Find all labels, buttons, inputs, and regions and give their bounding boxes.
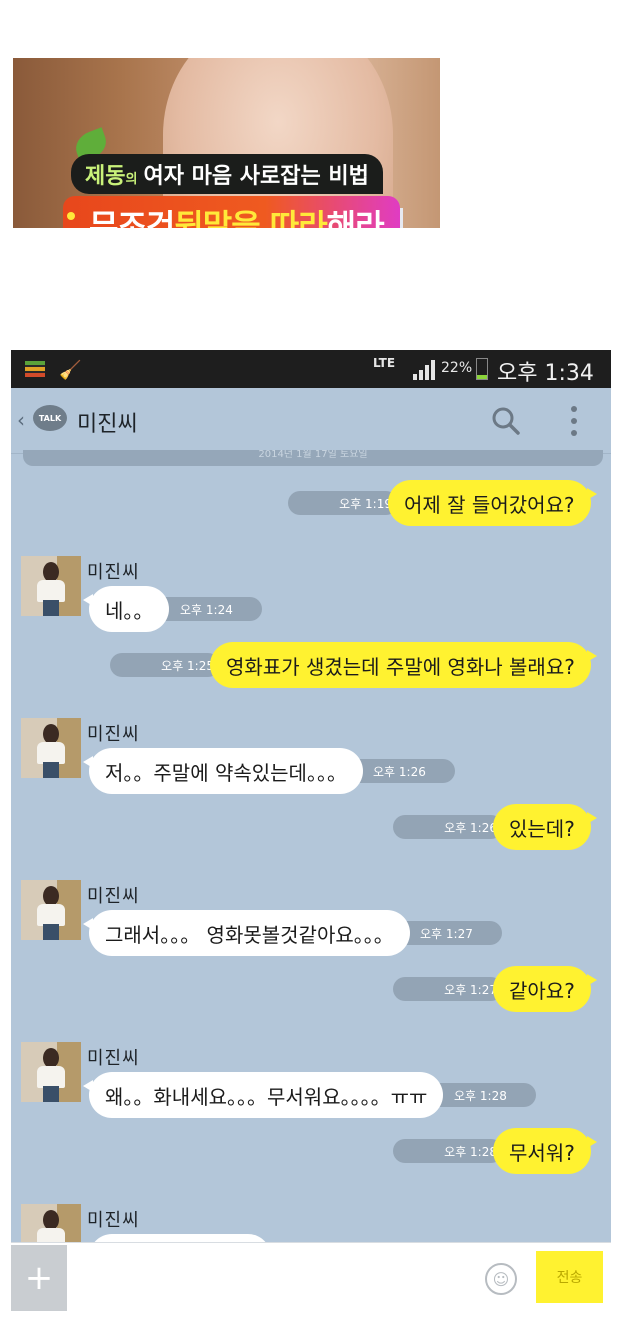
sent-message-bubble[interactable]: 있는데? xyxy=(493,804,597,850)
sender-name: 미진씨 xyxy=(87,1210,140,1231)
avatar[interactable] xyxy=(21,880,81,940)
message-time-text: 오후 1:19 xyxy=(339,496,392,511)
sender-name: 미진씨 xyxy=(87,724,140,745)
message-time: 오후 1:26 xyxy=(393,815,503,839)
message-time-text: 오후 1:25 xyxy=(161,658,214,673)
caption-name: 제동 xyxy=(85,164,126,189)
message-time: 오후 1:27 xyxy=(393,977,503,1001)
sent-message-bubble[interactable]: 영화표가 생겼는데 주말에 영화나 볼래요? xyxy=(210,642,597,688)
message-time-text: 오후 1:28 xyxy=(444,1144,497,1159)
send-button[interactable]: 전송 xyxy=(536,1251,603,1303)
sent-message-bubble[interactable]: 어제 잘 들어갔어요? xyxy=(388,480,597,526)
received-message-bubble[interactable]: 그래서。。。 영화못볼것같아요。。。 xyxy=(83,910,410,956)
message-list: 오후 1:19 어제 잘 들어갔어요? 미진씨 오후 1:24 네。。 오후 1:25 영화… xyxy=(11,350,611,1312)
sender-name: 미진씨 xyxy=(87,886,140,907)
emoji-icon[interactable]: ☺ xyxy=(485,1263,517,1295)
input-bar: + ☺ 전송 xyxy=(11,1242,611,1312)
message-time-text: 오후 1:27 xyxy=(444,982,497,997)
received-message-bubble[interactable]: 왜。。화내세요。。。무서워요。。。。ㅠㅠ xyxy=(82,1072,444,1118)
received-message-bubble[interactable]: 네。。 xyxy=(82,586,170,632)
message-time: 오후 1:25 xyxy=(110,653,220,677)
attach-plus-button[interactable]: + xyxy=(11,1245,67,1311)
caption-line-1-text: 여자 마음 사로잡는 비법 xyxy=(143,164,369,189)
avatar[interactable] xyxy=(21,556,81,616)
avatar[interactable] xyxy=(21,1042,81,1102)
message-time: 오후 1:28 xyxy=(393,1139,503,1163)
message-time-text: 오후 1:26 xyxy=(444,820,497,835)
caption-line-1: 제동의 여자 마음 사로잡는 비법 xyxy=(71,154,383,194)
avatar[interactable] xyxy=(21,718,81,778)
message-time: 오후 1:19 xyxy=(288,491,398,515)
sent-message-bubble[interactable]: 무서워? xyxy=(493,1128,597,1174)
sender-name: 미진씨 xyxy=(87,1048,140,1069)
received-message-bubble[interactable]: 저。。주말에 약속있는데。。。 xyxy=(83,748,363,794)
sender-name: 미진씨 xyxy=(87,562,140,583)
sent-message-bubble[interactable]: 같아요? xyxy=(493,966,597,1012)
tv-caption-image: 제동의 여자 마음 사로잡는 비법 무조건 뒷말을 따라 해라 xyxy=(13,58,440,228)
caption-line-2: 무조건 뒷말을 따라 해라 xyxy=(63,196,400,228)
phone-screen: 🧹 LTE 22% 오후 1:34 ‹ TALK 미진씨 2014년 1월 17… xyxy=(11,350,611,1312)
